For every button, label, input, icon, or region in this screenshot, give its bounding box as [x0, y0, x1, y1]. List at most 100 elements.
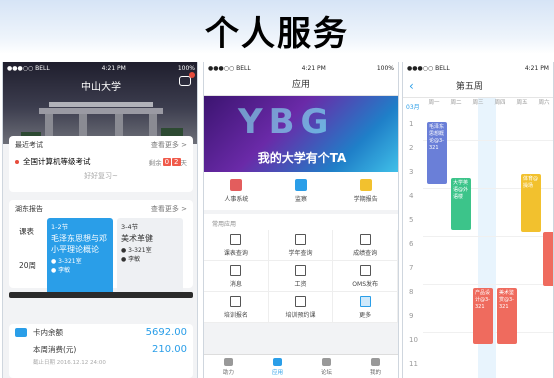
tab-label: 我的 — [369, 369, 381, 376]
calendar-event[interactable]: 大学英语@外语楼 — [451, 178, 471, 230]
app-salary[interactable]: 工资 — [268, 261, 334, 292]
hr-icon — [230, 179, 243, 191]
quick-label: 人事系统 — [224, 196, 249, 203]
quick-item-supervision[interactable]: 监察 — [269, 172, 334, 210]
assist-icon — [224, 357, 233, 366]
banner-title: 个人服务 — [205, 14, 349, 54]
day-header: 周一 — [428, 100, 440, 106]
tab-apps[interactable]: 应用 — [253, 355, 302, 378]
header-title: 中山大学 — [81, 82, 121, 93]
quick-label: 监察 — [295, 196, 308, 203]
course-period: 1-2节 — [51, 223, 69, 231]
app-label: 培训预约课 — [285, 311, 316, 319]
page-title: 应用 — [204, 74, 398, 96]
clock: 4:21 PM — [301, 64, 326, 72]
schedule-card[interactable]: 湖东报告 查看更多 > 课表 20周 1-2节 毛泽东思想与邓小平理论概论 ● … — [9, 200, 193, 296]
apps-icon — [273, 357, 282, 366]
day-header: 周六 — [538, 100, 550, 106]
bullet-icon — [15, 159, 19, 164]
app-label: 成绩查询 — [353, 249, 378, 257]
teacher-text: 李敏 — [128, 256, 141, 263]
tab-forum[interactable]: 论坛 — [302, 355, 351, 378]
hour-label: 1 — [409, 120, 414, 128]
quick-item-hr[interactable]: 人事系统 — [204, 172, 269, 210]
spend-value: 210.00 — [152, 344, 187, 355]
quick-item-report[interactable]: 学期报告 — [333, 172, 398, 210]
exam-card[interactable]: 最近考试 查看更多 > 全国计算机等级考试 剩余 0 2 天 好好复习~ — [9, 136, 193, 192]
course-teacher: ● 李敏 — [121, 256, 141, 263]
exam-more-link[interactable]: 查看更多 > — [151, 140, 187, 150]
course-teacher: ● 李敏 — [51, 267, 71, 274]
quick-label: 学期报告 — [353, 196, 378, 203]
app-label: OMS发布 — [352, 280, 379, 288]
promo-slogan: 我的大学有个TA — [257, 151, 347, 165]
schedule-more-link[interactable]: 查看更多 > — [151, 204, 187, 214]
status-bar: ●●●○○ BELL 4:21 PM — [403, 62, 553, 74]
battery: 100% — [376, 64, 394, 72]
hour-label: 4 — [409, 192, 414, 200]
app-oms[interactable]: OMS发布 — [333, 261, 398, 292]
updated-note: 截止日期 2016.12.12 24:00 — [33, 360, 106, 366]
chat-icon[interactable] — [179, 76, 191, 86]
course-period: 3-4节 — [121, 223, 139, 231]
app-more[interactable]: 更多 — [333, 292, 398, 323]
clock: 4:21 PM — [101, 64, 126, 72]
day-header: 周五 — [516, 100, 528, 106]
course-card[interactable]: 3-4节 美术革健 ● 3-321室 ● 李敏 — [117, 218, 183, 296]
tab-label: 应用 — [271, 369, 283, 376]
course-name: 美术革健 — [121, 234, 153, 243]
app-grades[interactable]: 成绩查询 — [333, 230, 398, 261]
hour-label: 10 — [409, 336, 418, 344]
spend-label: 本周消费(元) — [33, 345, 77, 354]
course-room: ● 3-321室 — [51, 258, 82, 265]
week-title: 第五周 — [455, 82, 483, 92]
calendar-event[interactable]: 体育@操场 — [521, 174, 541, 232]
message-icon — [230, 264, 242, 276]
hour-label: 8 — [409, 288, 414, 296]
tab-me[interactable]: 我的 — [351, 355, 398, 378]
day-header: 周四 — [494, 100, 506, 106]
app-messages[interactable]: 消息 — [204, 261, 269, 292]
balance-value: 5692.00 — [145, 327, 187, 338]
clock: 4:21 PM — [524, 64, 549, 72]
room-text: 3-321室 — [128, 247, 152, 254]
schedule-label: 课表 — [19, 227, 34, 236]
back-arrow-icon[interactable]: ‹ — [409, 79, 414, 93]
calendar-event[interactable]: 美术鉴赏@3-321 — [497, 288, 517, 344]
campus-card-panel[interactable]: 卡内余额 5692.00 本周消费(元) 210.00 截止日期 2016.12… — [9, 324, 193, 378]
calendar-event-edge[interactable] — [543, 232, 553, 286]
status-bar: ●●●○○ BELL 4:21 PM 100% — [204, 62, 398, 74]
card-icon — [15, 328, 27, 337]
course-room: ● 3-321室 — [121, 247, 152, 254]
phone-home: ●●●○○ BELL 4:21 PM 100% 中山大学 最近考试 查看更多 >… — [2, 62, 198, 378]
tab-assist[interactable]: 助力 — [204, 355, 253, 378]
app-label: 消息 — [229, 280, 242, 288]
promo-banner[interactable]: YBG 我的大学有个TA — [204, 96, 398, 172]
battery: 100% — [177, 64, 195, 72]
remain-label: 剩余 — [148, 158, 162, 167]
section-label: 常用应用 — [204, 214, 398, 230]
app-training-signup[interactable]: 培训报名 — [204, 292, 269, 323]
calendar-event[interactable]: 毛泽东思想概论@3-321 — [427, 122, 447, 184]
room-text: 3-321室 — [58, 258, 82, 265]
app-grid: 课表查询 学年查询 成绩查询 消息 工资 OMS发布 培训报名 培训预约课 更多 — [204, 230, 398, 323]
hour-label: 6 — [409, 240, 414, 248]
calendar-event[interactable]: 产品设计@3-321 — [473, 288, 493, 344]
balance-label: 卡内余额 — [33, 328, 63, 337]
month-label: 03月 — [406, 104, 420, 111]
phone-calendar: ●●●○○ BELL 4:21 PM ‹ 第五周 03月 周一 周二 周三 周四… — [402, 62, 554, 378]
carrier: ●●●○○ BELL — [7, 64, 50, 72]
app-training-booking[interactable]: 培训预约课 — [268, 292, 334, 323]
exam-note: 好好复习~ — [84, 172, 118, 180]
app-school-year[interactable]: 学年查询 — [268, 230, 334, 261]
status-bar: ●●●○○ BELL 4:21 PM 100% — [3, 62, 197, 74]
app-label: 工资 — [294, 280, 307, 288]
grid-line — [423, 236, 553, 237]
hour-label: 7 — [409, 264, 414, 272]
hour-label: 9 — [409, 312, 414, 320]
course-card[interactable]: 1-2节 毛泽东思想与邓小平理论概论 ● 3-321室 ● 李敏 — [47, 218, 113, 296]
folder-icon — [359, 295, 371, 307]
hour-label: 5 — [409, 216, 414, 224]
banner: 个人服务 — [0, 0, 554, 54]
app-schedule-query[interactable]: 课表查询 — [204, 230, 269, 261]
